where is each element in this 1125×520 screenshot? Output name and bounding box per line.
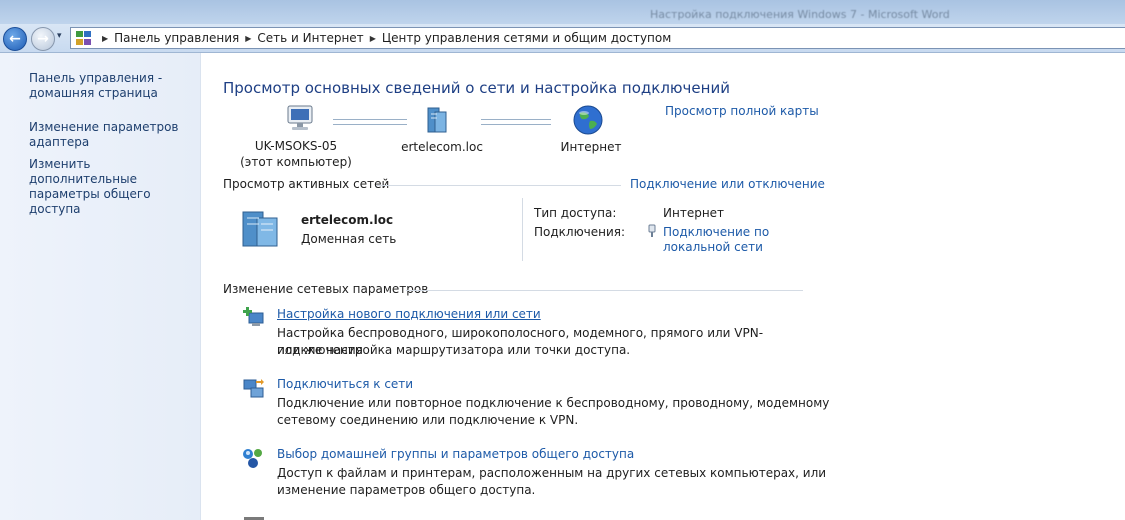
task-link-homegroup[interactable]: Выбор домашней группы и параметров общег… (277, 447, 634, 461)
forward-arrow-icon: → (37, 31, 49, 47)
address-bar[interactable]: ▶ Панель управления ▶ Сеть и Интернет ▶ … (70, 27, 1125, 49)
section-divider (376, 185, 621, 186)
access-type-label: Тип доступа: (534, 206, 617, 220)
connections-label: Подключения: (534, 225, 626, 239)
task-desc-line: или же настройка маршрутизатора или точк… (277, 343, 631, 357)
globe-icon (572, 104, 604, 139)
lan-connection-link[interactable]: Подключение по локальной сети (663, 225, 769, 255)
recent-pages-dropdown[interactable]: ▾ (57, 31, 62, 41)
active-network-type: Доменная сеть (301, 232, 397, 246)
control-panel-icon (76, 31, 92, 45)
computer-name: UK-MSOKS-05 (254, 139, 338, 153)
breadcrumb-control-panel[interactable]: Панель управления (114, 31, 239, 45)
domain-network-icon (425, 106, 449, 137)
access-type-value: Интернет (663, 206, 725, 220)
forward-button[interactable]: → (31, 27, 55, 51)
breadcrumb-network-internet[interactable]: Сеть и Интернет (257, 31, 363, 45)
domain-name-label: ertelecom.loc (401, 140, 483, 154)
domain-network-icon (241, 208, 285, 248)
page-title: Просмотр основных сведений о сети и наст… (223, 79, 730, 97)
change-settings-heading: Изменение сетевых параметров (223, 282, 429, 296)
lan-connection-link-line2[interactable]: локальной сети (663, 240, 769, 255)
navigation-bar: ← → ▾ ▶ Панель управления ▶ Сеть и Интер… (0, 24, 1125, 53)
active-network-name: ertelecom.loc (301, 213, 394, 227)
homegroup-icon (241, 446, 265, 470)
active-networks-heading: Просмотр активных сетей (223, 177, 390, 191)
sidebar-item-advanced-sharing[interactable]: Изменить дополнительные параметры общего… (29, 157, 194, 217)
internet-label: Интернет (560, 140, 622, 154)
sidebar-item-adapter-settings[interactable]: Изменение параметров адаптера (29, 120, 194, 150)
back-arrow-icon: ← (9, 31, 21, 47)
computer-note: (этот компьютер) (240, 155, 352, 169)
breadcrumb-network-center[interactable]: Центр управления сетями и общим доступом (382, 31, 671, 45)
new-connection-icon (241, 305, 265, 329)
ethernet-plug-icon (648, 224, 656, 238)
task-desc-line: Доступ к файлам и принтерам, расположенн… (277, 466, 827, 480)
task-desc-line: сетевому соединению или подключение к VP… (277, 413, 579, 427)
task-desc-line: изменение параметров общего доступа. (277, 483, 536, 497)
main-content: Просмотр основных сведений о сети и наст… (200, 53, 1125, 520)
connect-to-network-icon (241, 376, 265, 400)
sidebar-item-control-panel-home[interactable]: Панель управления - домашняя страница (29, 71, 194, 101)
properties-divider (522, 198, 523, 261)
chevron-right-icon[interactable]: ▶ (245, 34, 251, 43)
lan-connection-link-line1[interactable]: Подключение по (663, 225, 769, 240)
connect-disconnect-link[interactable]: Подключение или отключение (630, 177, 825, 191)
chevron-right-icon[interactable]: ▶ (102, 34, 108, 43)
window-title: Настройка подключения Windows 7 - Micros… (650, 8, 950, 21)
back-button[interactable]: ← (3, 27, 27, 51)
task-link-new-connection[interactable]: Настройка нового подключения или сети (277, 307, 541, 321)
map-connector (481, 119, 551, 125)
computer-icon (285, 103, 315, 136)
task-link-connect-to-network[interactable]: Подключиться к сети (277, 377, 413, 391)
map-connector (333, 119, 407, 125)
task-desc-line: Подключение или повторное подключение к … (277, 396, 830, 410)
chevron-right-icon[interactable]: ▶ (370, 34, 376, 43)
section-divider (406, 290, 803, 291)
sidebar: Панель управления - домашняя страница Из… (0, 53, 201, 520)
full-map-link[interactable]: Просмотр полной карты (665, 104, 819, 118)
